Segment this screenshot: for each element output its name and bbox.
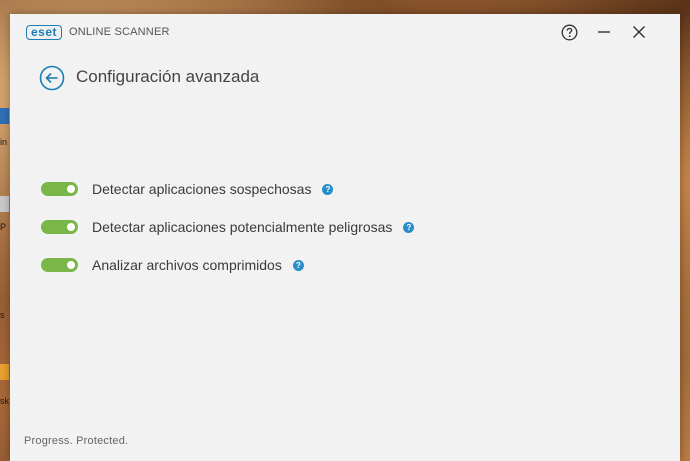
- eset-logo-badge: eset: [26, 24, 63, 40]
- footer-tagline: Progress. Protected.: [24, 435, 129, 447]
- toggle-switch[interactable]: [41, 220, 78, 234]
- eset-logo: eset ONLINE SCANNER: [26, 24, 170, 40]
- desktop-label-fragment: sk: [0, 396, 9, 406]
- back-arrow-icon: [39, 65, 65, 91]
- minimize-button[interactable]: [592, 20, 616, 44]
- back-button[interactable]: [39, 65, 65, 91]
- info-help-icon[interactable]: ?: [322, 183, 334, 195]
- desktop-label-fragment: P: [0, 222, 7, 232]
- help-icon: [561, 24, 577, 40]
- info-help-icon[interactable]: ?: [292, 259, 304, 271]
- desktop-label-fragment: in: [0, 137, 8, 147]
- toggle-knob: [67, 223, 75, 231]
- option-label: Analizar archivos comprimidos: [92, 257, 282, 273]
- toggle-knob: [67, 185, 75, 193]
- minimize-icon: [598, 31, 610, 33]
- toggle-switch[interactable]: [41, 258, 78, 272]
- info-help-icon[interactable]: ?: [403, 221, 415, 233]
- title-bar[interactable]: eset ONLINE SCANNER: [10, 14, 680, 50]
- eset-window: eset ONLINE SCANNER Configuración avanza…: [10, 14, 680, 461]
- option-label: Detectar aplicaciones potencialmente pel…: [92, 219, 393, 235]
- option-label: Detectar aplicaciones sospechosas: [92, 181, 312, 197]
- toggle-knob: [67, 261, 75, 269]
- desktop-icon-fragment: [0, 364, 9, 380]
- toggle-switch[interactable]: [41, 182, 78, 196]
- desktop-icon-fragment: [0, 196, 9, 212]
- product-name: ONLINE SCANNER: [69, 26, 170, 38]
- help-button[interactable]: [557, 20, 581, 44]
- close-button[interactable]: [627, 20, 651, 44]
- desktop-label-fragment: s: [0, 310, 5, 320]
- option-row: Analizar archivos comprimidos ?: [41, 255, 304, 275]
- desktop-icon-fragment: [0, 108, 9, 124]
- close-icon: [633, 26, 645, 38]
- page-title: Configuración avanzada: [76, 67, 260, 86]
- option-row: Detectar aplicaciones potencialmente pel…: [41, 217, 415, 237]
- option-row: Detectar aplicaciones sospechosas ?: [41, 179, 334, 199]
